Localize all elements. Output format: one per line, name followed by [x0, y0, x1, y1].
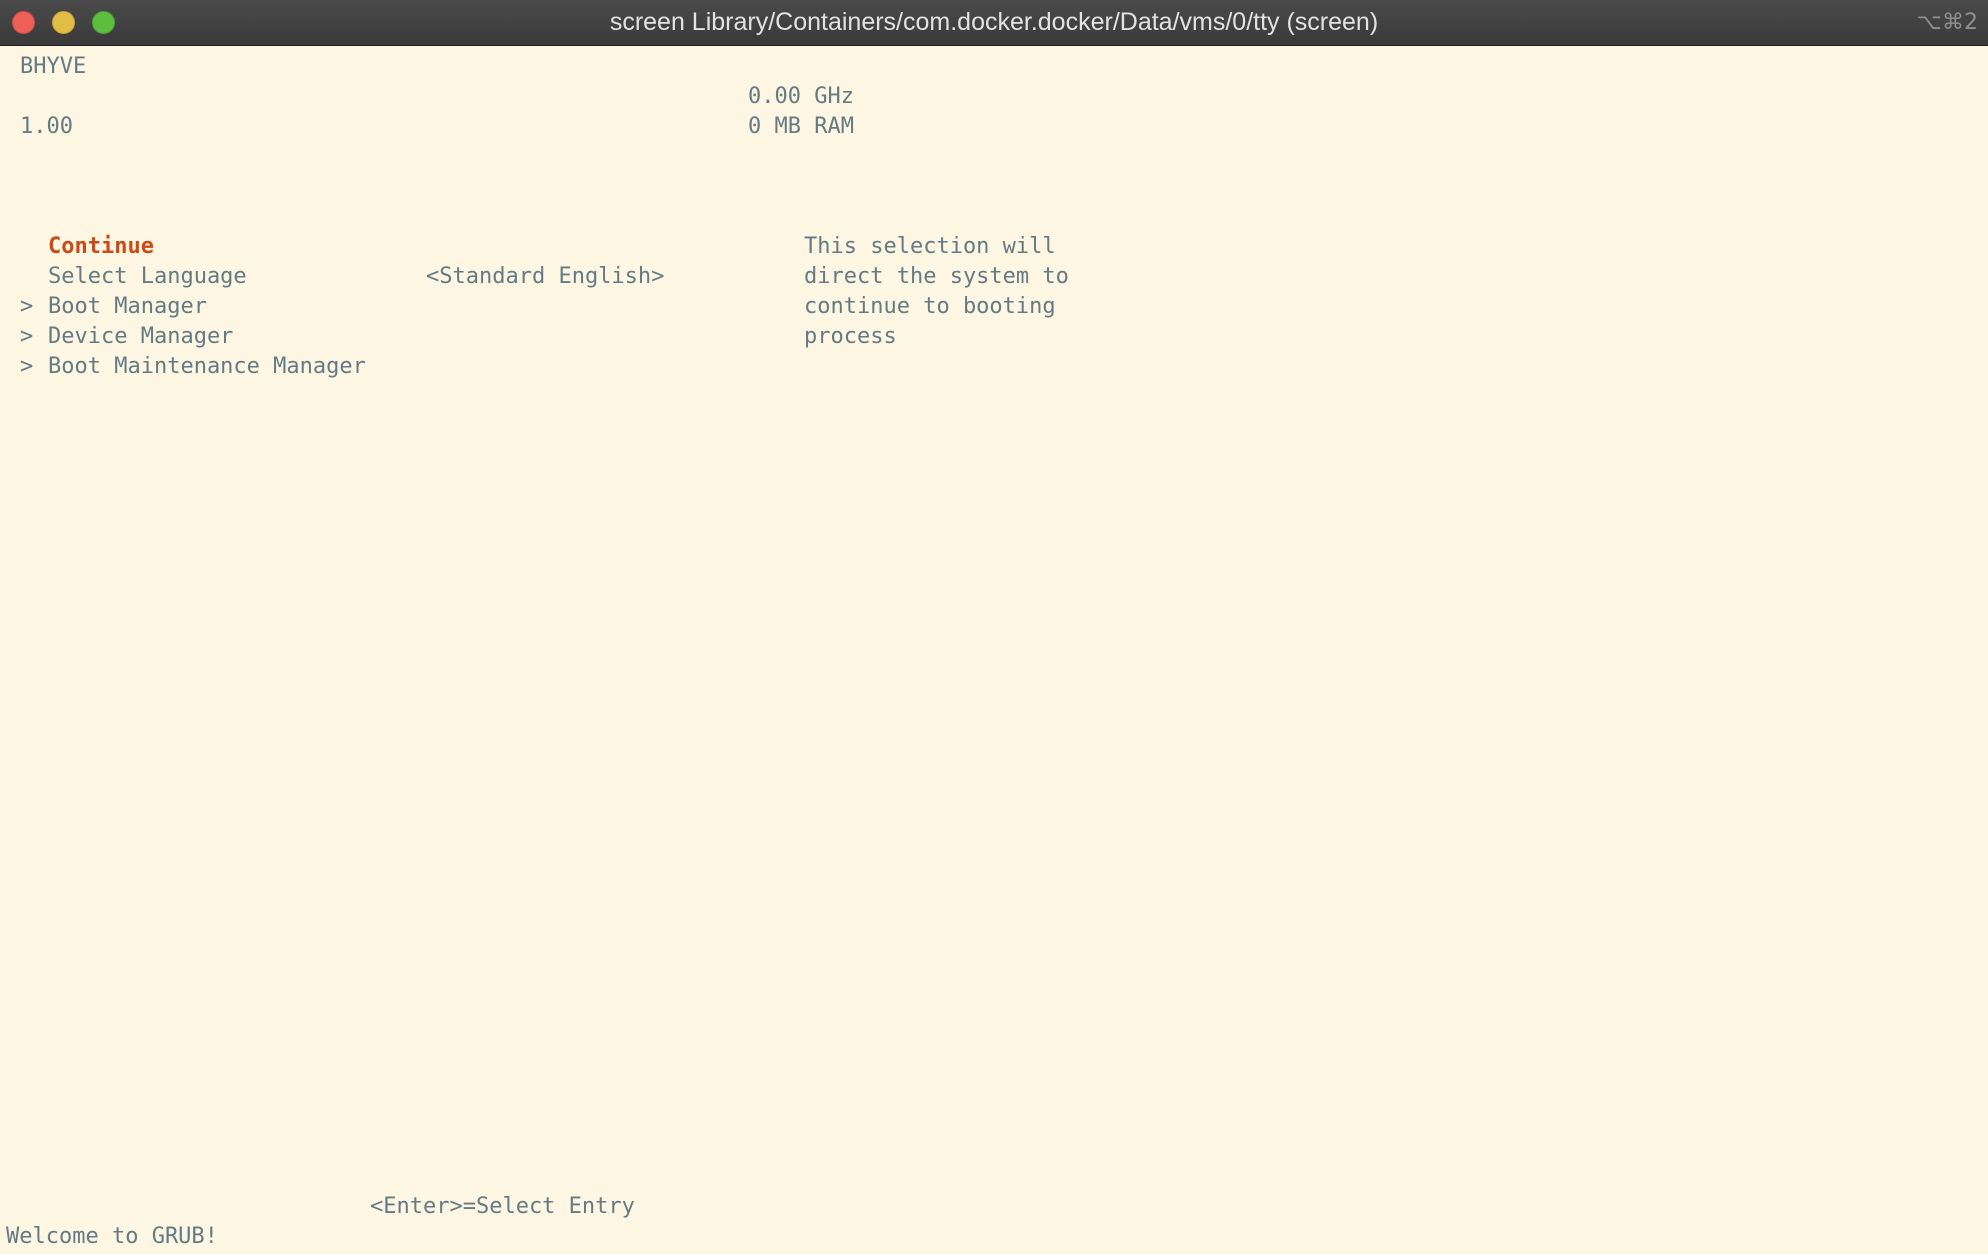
- title-bar[interactable]: screen Library/Containers/com.docker.doc…: [0, 0, 1988, 46]
- window-title: screen Library/Containers/com.docker.doc…: [609, 8, 1379, 36]
- menu-item-boot-manager[interactable]: Boot Manager: [48, 292, 207, 322]
- ram-amount: 0 MB RAM: [748, 114, 854, 139]
- help-text-line: direct the system to: [804, 264, 1069, 289]
- language-value[interactable]: <Standard English>: [426, 262, 664, 292]
- menu-item-device-manager[interactable]: Device Manager: [48, 322, 233, 352]
- menu-item-boot-maintenance-manager[interactable]: Boot Maintenance Manager: [48, 352, 366, 382]
- welcome-message: Welcome to GRUB!: [6, 1224, 218, 1249]
- firmware-version: 1.00: [20, 114, 73, 139]
- submenu-arrow-icon: >: [20, 354, 34, 379]
- key-hint: <Enter>=Select Entry: [370, 1194, 635, 1219]
- help-text-line: This selection will: [804, 234, 1056, 259]
- terminal-window: screen Library/Containers/com.docker.doc…: [0, 0, 1988, 1254]
- window-shortcut: ⌥⌘2: [1916, 10, 1978, 35]
- platform-name: BHYVE: [20, 54, 87, 79]
- submenu-arrow-icon: >: [20, 294, 34, 319]
- submenu-arrow-icon: >: [20, 324, 34, 349]
- help-text-line: continue to booting: [804, 294, 1056, 319]
- menu-item-select-language[interactable]: Select Language: [48, 262, 247, 292]
- help-text-line: process: [804, 324, 897, 349]
- terminal-screen[interactable]: BHYVE 0.00 GHz 1.00 0 MB RAM Continue Se…: [0, 45, 1988, 1254]
- menu-item-continue[interactable]: Continue: [48, 232, 154, 262]
- cpu-speed: 0.00 GHz: [748, 84, 854, 109]
